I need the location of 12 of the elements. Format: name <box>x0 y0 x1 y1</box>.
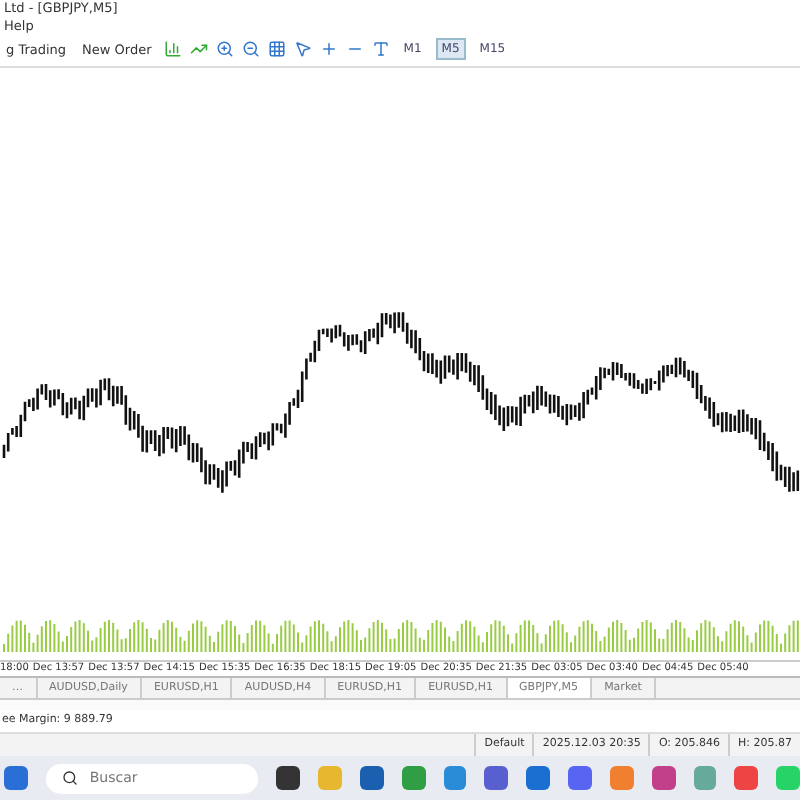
line-chart-icon[interactable] <box>189 40 208 59</box>
bar-chart-icon[interactable] <box>163 40 182 59</box>
start-icon[interactable] <box>4 766 28 791</box>
grid-icon[interactable] <box>267 40 286 59</box>
zoom-in-icon[interactable] <box>215 40 234 59</box>
zoom-out-icon[interactable] <box>241 40 260 59</box>
text-icon[interactable] <box>371 40 390 59</box>
taskbar-app-icon[interactable] <box>276 766 301 791</box>
taskbar-app-icon[interactable] <box>359 766 384 791</box>
cursor-icon[interactable] <box>293 40 312 59</box>
search-icon <box>61 770 78 787</box>
crosshair-icon[interactable] <box>319 40 338 59</box>
